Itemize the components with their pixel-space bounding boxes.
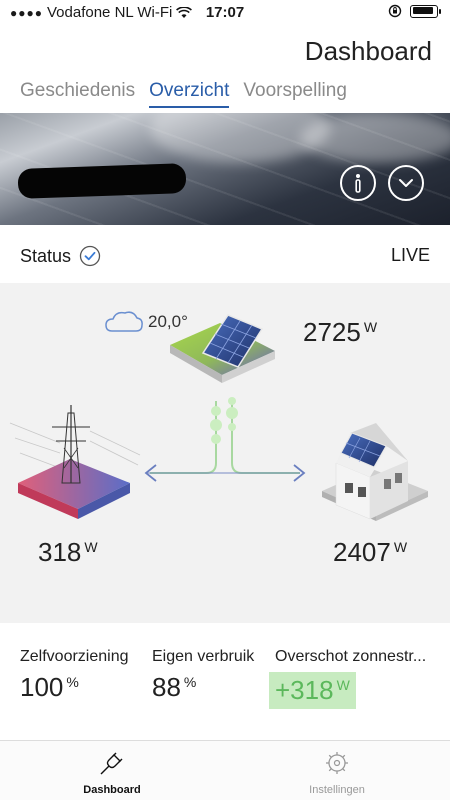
stat-value: 88% — [152, 672, 254, 703]
stat-unit: % — [66, 674, 79, 690]
stat-label: Overschot zonnestr... — [275, 648, 427, 665]
grid-value-unit: W — [84, 539, 98, 555]
battery-level — [412, 7, 433, 14]
nav-dashboard-label: Dashboard — [83, 784, 141, 796]
tab-voorspelling[interactable]: Voorspelling — [243, 80, 347, 108]
stat-value: +318 W — [269, 672, 426, 709]
stat-label: Eigen verbruik — [152, 648, 255, 665]
temperature-label: 20,0° — [148, 312, 188, 331]
stat-number: 100 — [20, 672, 64, 702]
stat-value: 100% — [20, 672, 129, 703]
status-row: Status — [20, 245, 101, 267]
info-icon — [355, 174, 361, 193]
stat-unit: % — [183, 674, 197, 690]
grid-value: 318 W — [38, 537, 98, 568]
stat-number: 88 — [152, 672, 181, 702]
stat-zelfvoorziening: Zelfvoorziening 100% — [20, 648, 129, 703]
cloud-icon — [105, 311, 143, 332]
gear-icon — [326, 752, 348, 774]
grid-value-number: 318 — [38, 537, 82, 567]
solar-value-number: 2725 — [303, 317, 361, 347]
stat-number: +318 — [275, 675, 334, 705]
nav-dashboard[interactable]: Dashboard — [37, 749, 187, 796]
stat-label: Zelfvoorziening — [20, 648, 129, 665]
status-bar: ●●●● Vodafone NL Wi-Fi 17:07 — [0, 0, 450, 26]
live-indicator: LIVE — [390, 245, 430, 265]
chevron-down-icon — [399, 179, 413, 187]
energy-flow-diagram: 20,0° 2725 W 318 W 2407 W — [0, 283, 450, 623]
energy-flow-graphic — [9, 311, 428, 521]
orientation-lock-icon — [388, 4, 402, 18]
stat-unit: W — [336, 677, 350, 693]
nav-instellingen-label: Instellingen — [309, 784, 365, 796]
clock: 17:07 — [205, 4, 245, 21]
power-grid-illustration — [9, 405, 141, 519]
nav-instellingen[interactable]: Instellingen — [262, 749, 412, 796]
surplus-badge: +318 W — [269, 672, 356, 709]
house-illustration — [322, 423, 428, 521]
stat-eigen-verbruik: Eigen verbruik 88% — [152, 648, 254, 703]
plug-icon — [100, 752, 123, 775]
tab-overzicht[interactable]: Overzicht — [149, 80, 230, 108]
info-button[interactable] — [340, 165, 376, 201]
expand-button[interactable] — [388, 165, 424, 201]
solar-value-unit: W — [363, 319, 378, 335]
flow-lines — [144, 397, 306, 482]
bottom-navigation: Dashboard Instellingen — [0, 740, 450, 800]
installation-banner — [0, 113, 450, 225]
redacted-installation-name — [17, 163, 187, 199]
stat-overschot: Overschot zonnestr... +318 W — [269, 648, 427, 709]
status-bar-right — [388, 4, 441, 18]
status-check-icon — [79, 245, 101, 267]
solar-production-value: 2725 W — [303, 317, 377, 348]
home-value-unit: W — [393, 539, 408, 555]
status-label: Status — [20, 245, 72, 266]
battery-icon — [410, 4, 441, 18]
tab-geschiedenis[interactable]: Geschiedenis — [20, 80, 135, 108]
home-value-number: 2407 — [333, 537, 391, 567]
page-title: Dashboard — [304, 36, 432, 66]
home-consumption-value: 2407 W — [333, 537, 407, 568]
tab-bar: Geschiedenis Overzicht Voorspelling — [20, 80, 347, 108]
